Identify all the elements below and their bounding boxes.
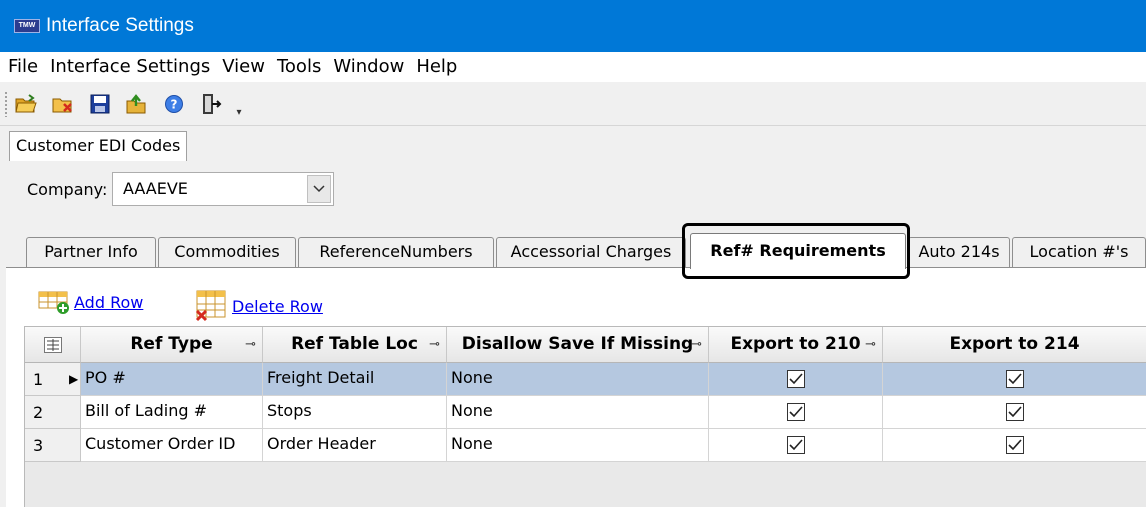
- cell-ref-table-loc[interactable]: Stops: [263, 396, 447, 429]
- header-export-214[interactable]: Export to 214: [883, 327, 1146, 363]
- pin-icon[interactable]: ⊸: [691, 327, 702, 362]
- menu-view[interactable]: View: [216, 52, 271, 82]
- export-214-checkbox[interactable]: [1005, 436, 1024, 454]
- cell-ref-type[interactable]: PO #: [81, 363, 263, 396]
- tab-commodities[interactable]: Commodities: [158, 237, 296, 267]
- tab-auto-214s[interactable]: Auto 214s: [908, 237, 1010, 267]
- svg-text:?: ?: [171, 97, 178, 111]
- window-title: Interface Settings: [46, 15, 194, 36]
- open-folder-icon[interactable]: [14, 92, 38, 116]
- save-icon[interactable]: [88, 92, 112, 116]
- menu-bar: File Interface Settings View Tools Windo…: [0, 52, 1146, 82]
- chevron-down-icon[interactable]: [307, 175, 331, 203]
- cell-export-214: [883, 396, 1146, 429]
- export-210-checkbox[interactable]: [786, 403, 805, 421]
- help-icon[interactable]: ?: [162, 92, 186, 116]
- tab-reference-numbers[interactable]: ReferenceNumbers: [298, 237, 494, 267]
- header-disallow-save[interactable]: Disallow Save If Missing ⊸: [447, 327, 709, 363]
- toolbar-overflow-icon[interactable]: ▾: [234, 90, 244, 118]
- pin-icon[interactable]: ⊸: [865, 327, 876, 362]
- pin-icon[interactable]: ⊸: [245, 327, 256, 362]
- company-label: Company:: [27, 180, 108, 199]
- header-export-210-label: Export to 210: [730, 334, 861, 354]
- cell-export-210: [709, 396, 883, 429]
- header-ref-table-loc-label: Ref Table Loc: [291, 334, 418, 354]
- toolbar-grip[interactable]: [4, 90, 8, 117]
- menu-window[interactable]: Window: [327, 52, 410, 82]
- cell-export-214: [883, 363, 1146, 396]
- header-export-210[interactable]: Export to 210 ⊸: [709, 327, 883, 363]
- header-export-214-label: Export to 214: [949, 334, 1080, 354]
- main-content: Customer EDI Codes Company: AAAEVE Partn…: [0, 126, 1146, 507]
- column-chooser-icon[interactable]: [25, 327, 81, 363]
- header-ref-table-loc[interactable]: Ref Table Loc ⊸: [263, 327, 447, 363]
- cell-disallow-save[interactable]: None: [447, 429, 709, 462]
- export-214-checkbox[interactable]: [1005, 370, 1024, 388]
- header-ref-type-label: Ref Type: [130, 334, 213, 354]
- tab-panel: Add Row Delete Row Ref Type ⊸ Ref Table …: [6, 267, 1146, 507]
- tab-customer-edi-codes[interactable]: Customer EDI Codes: [9, 131, 188, 161]
- row-number[interactable]: 2: [25, 396, 81, 429]
- delete-row-action[interactable]: Delete Row: [194, 290, 323, 322]
- header-ref-type[interactable]: Ref Type ⊸: [81, 327, 263, 363]
- exit-icon[interactable]: [199, 92, 223, 116]
- export-icon[interactable]: [125, 92, 149, 116]
- menu-file[interactable]: File: [2, 52, 44, 82]
- app-logo-icon: TMW: [14, 19, 40, 33]
- row-number[interactable]: 3: [25, 429, 81, 462]
- export-210-checkbox[interactable]: [786, 370, 805, 388]
- ref-requirements-grid: Ref Type ⊸ Ref Table Loc ⊸ Disallow Save…: [24, 326, 1146, 507]
- header-disallow-save-label: Disallow Save If Missing: [461, 334, 694, 354]
- export-214-checkbox[interactable]: [1005, 403, 1024, 421]
- export-210-checkbox[interactable]: [786, 436, 805, 454]
- table-row[interactable]: 1 ▶ PO # Freight Detail None: [25, 363, 1146, 396]
- add-row-action[interactable]: Add Row: [38, 290, 143, 314]
- table-row[interactable]: 2 Bill of Lading # Stops None: [25, 396, 1146, 429]
- row-pointer-icon: ▶: [69, 372, 79, 386]
- company-value: AAAEVE: [123, 179, 188, 198]
- tab-strip: Partner Info Commodities ReferenceNumber…: [0, 231, 1146, 269]
- menu-tools[interactable]: Tools: [271, 52, 327, 82]
- cell-disallow-save[interactable]: None: [447, 396, 709, 429]
- menu-interface-settings[interactable]: Interface Settings: [44, 52, 216, 82]
- cell-export-210: [709, 363, 883, 396]
- toolbar: ? ▾: [0, 82, 1146, 126]
- company-select[interactable]: AAAEVE: [112, 172, 334, 206]
- add-row-icon: [38, 291, 69, 314]
- cell-ref-table-loc[interactable]: Freight Detail: [263, 363, 447, 396]
- pin-icon[interactable]: ⊸: [429, 327, 440, 362]
- cell-disallow-save[interactable]: None: [447, 363, 709, 396]
- title-bar: TMW Interface Settings: [0, 0, 1146, 52]
- row-number[interactable]: 1 ▶: [25, 363, 81, 396]
- cell-export-210: [709, 429, 883, 462]
- close-folder-icon[interactable]: [51, 92, 75, 116]
- add-row-link[interactable]: Add Row: [74, 293, 143, 312]
- menu-help[interactable]: Help: [410, 52, 463, 82]
- tab-accessorial-charges[interactable]: Accessorial Charges: [496, 237, 686, 267]
- tab-location-numbers[interactable]: Location #'s: [1012, 237, 1146, 267]
- cell-ref-type[interactable]: Customer Order ID: [81, 429, 263, 462]
- cell-ref-type[interactable]: Bill of Lading #: [81, 396, 263, 429]
- table-row[interactable]: 3 Customer Order ID Order Header None: [25, 429, 1146, 462]
- cell-ref-table-loc[interactable]: Order Header: [263, 429, 447, 462]
- delete-row-icon: [195, 290, 226, 322]
- delete-row-link[interactable]: Delete Row: [232, 297, 323, 316]
- active-tab-highlight: [682, 223, 910, 279]
- tab-partner-info[interactable]: Partner Info: [26, 237, 156, 267]
- cell-export-214: [883, 429, 1146, 462]
